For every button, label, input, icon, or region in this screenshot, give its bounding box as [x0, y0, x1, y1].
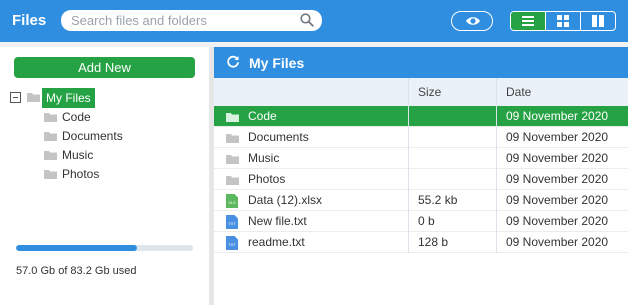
file-manager-app: Files Add New — [0, 0, 628, 305]
list-view-button[interactable] — [511, 12, 545, 30]
file-name: Photos — [248, 172, 286, 186]
file-date: 09 November 2020 — [496, 106, 628, 127]
grid-view-button[interactable] — [545, 12, 580, 30]
tree-item-label: Documents — [62, 129, 123, 143]
top-bar: Files — [0, 0, 628, 42]
file-size — [408, 106, 496, 127]
table-body: Code 09 November 2020 Documents 09 November… — [214, 106, 628, 253]
grid-view-icon — [557, 15, 569, 27]
tree-item-code[interactable]: Code — [44, 108, 164, 127]
search-icon[interactable] — [300, 13, 314, 27]
table-row[interactable]: XLS Data (12).xlsx 55.2 kb 09 November 2020 — [214, 190, 628, 211]
add-new-button[interactable]: Add New — [14, 57, 195, 78]
eye-icon — [466, 17, 480, 25]
file-date: 09 November 2020 — [496, 148, 628, 169]
tree-item-label: Code — [62, 110, 91, 124]
collapse-icon[interactable] — [10, 92, 21, 103]
list-view-icon — [522, 16, 534, 26]
app-title: Files — [12, 12, 47, 29]
preview-toggle-button[interactable] — [451, 11, 493, 31]
file-name: New file.txt — [248, 214, 307, 228]
panel-header: My Files — [214, 47, 628, 78]
file-name: Data (12).xlsx — [248, 193, 323, 207]
file-size — [408, 169, 496, 190]
folder-icon — [44, 132, 57, 141]
table-row[interactable]: TXT New file.txt 0 b 09 November 2020 — [214, 211, 628, 232]
file-name: readme.txt — [248, 235, 305, 249]
table-header: Size Date — [214, 78, 628, 106]
storage-progress-fill — [16, 245, 138, 251]
file-size: 128 b — [408, 232, 496, 253]
column-header-size[interactable]: Size — [408, 78, 496, 106]
view-mode-group — [510, 11, 616, 31]
file-name: Code — [248, 109, 277, 123]
file-date: 09 November 2020 — [496, 127, 628, 148]
tree-root[interactable]: My Files — [10, 88, 110, 108]
table-row[interactable]: Photos 09 November 2020 — [214, 169, 628, 190]
file-size — [408, 127, 496, 148]
file-date: 09 November 2020 — [496, 190, 628, 211]
panel-title: My Files — [249, 55, 305, 71]
tree-root-label[interactable]: My Files — [42, 88, 95, 108]
tree-item-music[interactable]: Music — [44, 146, 164, 165]
file-date: 09 November 2020 — [496, 232, 628, 253]
table-row[interactable]: Music 09 November 2020 — [214, 148, 628, 169]
folder-icon — [44, 113, 57, 122]
file-name: Music — [248, 151, 280, 165]
file-name: Documents — [248, 130, 309, 144]
table-row[interactable]: Code 09 November 2020 — [214, 106, 628, 127]
tree-item-label: Photos — [62, 167, 100, 181]
file-list-panel: My Files Size Date Code 09 November 2020 D… — [214, 47, 628, 305]
table-row[interactable]: Documents 09 November 2020 — [214, 127, 628, 148]
refresh-icon[interactable] — [226, 55, 240, 69]
folder-icon — [44, 170, 57, 179]
column-header-name[interactable] — [214, 78, 408, 106]
file-date: 09 November 2020 — [496, 169, 628, 190]
storage-usage-text: 57.0 Gb of 83.2 Gb used — [16, 265, 137, 277]
table-row[interactable]: TXT readme.txt 128 b 09 November 2020 — [214, 232, 628, 253]
sidebar: Add New My Files Code Documents Music Ph… — [0, 47, 209, 305]
tree-item-label: Music — [62, 148, 94, 162]
file-table: Size Date Code 09 November 2020 Documents 0… — [214, 78, 628, 253]
folder-icon — [44, 151, 57, 160]
file-size: 0 b — [408, 211, 496, 232]
folder-icon — [27, 93, 40, 102]
storage-progress-bar — [16, 245, 193, 251]
search-box[interactable] — [61, 10, 322, 31]
search-input[interactable] — [71, 12, 291, 29]
file-size — [408, 148, 496, 169]
file-date: 09 November 2020 — [496, 211, 628, 232]
columns-view-button[interactable] — [580, 12, 615, 30]
tree-item-photos[interactable]: Photos — [44, 165, 164, 184]
columns-view-icon — [592, 15, 604, 27]
column-header-date[interactable]: Date — [496, 78, 628, 106]
tree-item-documents[interactable]: Documents — [44, 127, 164, 146]
file-size: 55.2 kb — [408, 190, 496, 211]
